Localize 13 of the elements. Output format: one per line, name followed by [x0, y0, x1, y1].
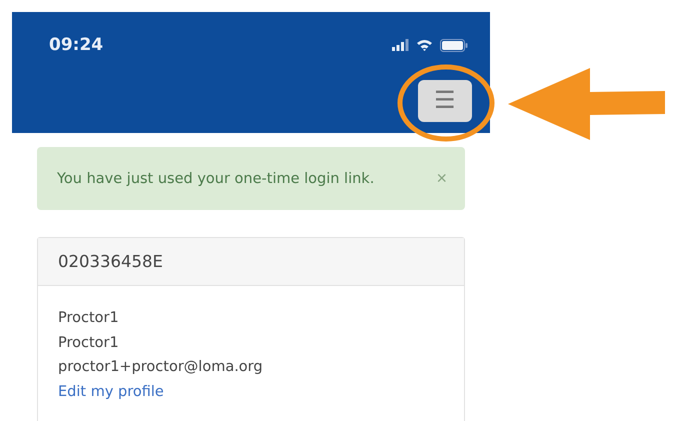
close-button[interactable]: × [436, 168, 447, 189]
menu-button[interactable]: ☰ [418, 80, 472, 122]
signal-icon [392, 39, 409, 51]
alert-message: You have just used your one-time login link. [57, 170, 374, 186]
card-title: 020336458E [58, 252, 163, 271]
profile-line: Proctor1 [58, 309, 120, 328]
battery-icon [440, 38, 468, 52]
arrow-icon [508, 68, 665, 140]
wifi-icon [416, 39, 433, 51]
status-time: 09:24 [49, 35, 104, 55]
profile-line: Proctor1 [58, 334, 120, 352]
edit-profile-link[interactable]: Edit my profile [58, 380, 164, 404]
profile-line: proctor1+proctor@loma.org [58, 358, 264, 377]
